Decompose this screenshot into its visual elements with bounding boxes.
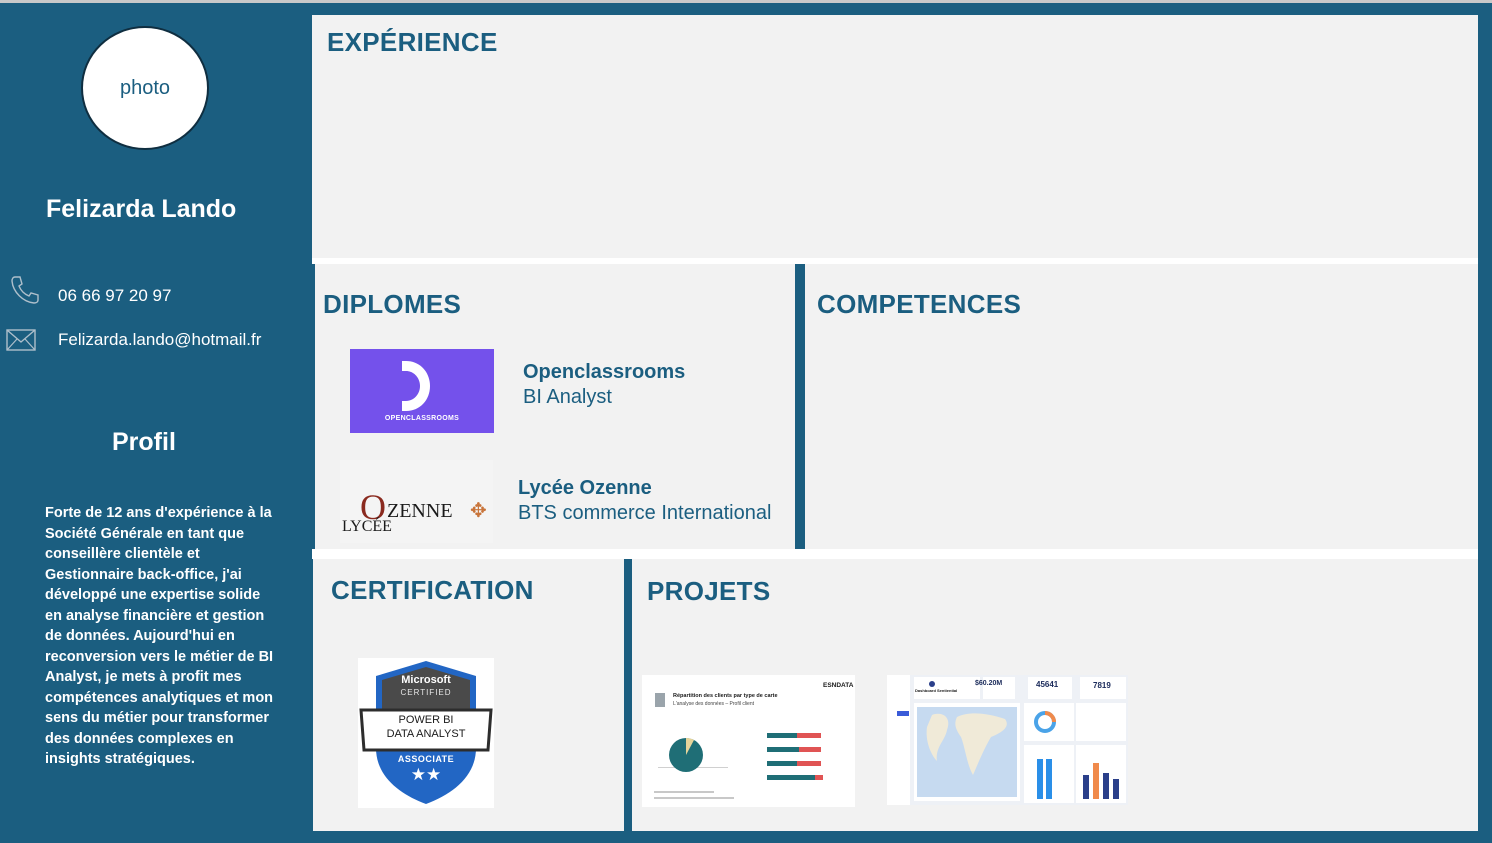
project-thumbnail-client-cards[interactable]: Répartition des clients par type de cart…: [642, 675, 855, 807]
profil-title: Profil: [112, 428, 176, 456]
power-bi-certification-badge: Microsoft CERTIFIED POWER BI DATA ANALYS…: [358, 658, 494, 808]
competences-title: COMPETENCES: [817, 289, 1022, 319]
openclassrooms-logo: OPENCLASSROOMS: [350, 349, 494, 433]
badge-line2: DATA ANALYST: [386, 728, 466, 740]
phone-number[interactable]: 06 66 97 20 97: [58, 286, 171, 306]
badge-brand: Microsoft: [401, 674, 451, 686]
project-thumbnail-dashboard[interactable]: Dashboard Sentiential $60.20M 45641 7819: [887, 675, 1128, 805]
project2-kpi1: $60.20M: [975, 680, 1003, 687]
school-name-openclassrooms: Openclassrooms: [523, 361, 686, 383]
experience-title: EXPÉRIENCE: [327, 27, 498, 57]
school-name-lycee-ozenne: Lycée Ozenne: [518, 477, 652, 499]
degree-bi-analyst: BI Analyst: [523, 386, 612, 408]
openclassrooms-wordmark: OPENCLASSROOMS: [384, 415, 460, 422]
phone-icon: [11, 276, 39, 304]
email-address[interactable]: Felizarda.lando@hotmail.fr: [58, 330, 261, 350]
envelope-icon: [6, 329, 36, 351]
project2-kpi3: 7819: [1093, 681, 1111, 690]
lycee-ozenne-logo: O ZENNE LYCÉE ✥: [340, 460, 493, 543]
photo-placeholder: photo: [81, 26, 209, 150]
cross-icon: ✥: [470, 500, 487, 522]
badge-certified: CERTIFIED: [400, 688, 452, 697]
project1-brand: ESNDATA: [823, 682, 854, 689]
lycee-logo-lycee: LYCÉE: [342, 518, 392, 535]
lycee-logo-zenne: ZENNE: [387, 500, 453, 522]
project2-title: Dashboard Sentiential: [915, 688, 958, 693]
badge-line1: POWER BI: [398, 714, 454, 726]
dashboard-graphics: [887, 675, 1126, 805]
certification-title: CERTIFICATION: [331, 575, 534, 605]
degree-bts: BTS commerce International: [518, 502, 772, 524]
profil-text: Forte de 12 ans d'expérience à la Sociét…: [45, 505, 274, 767]
candidate-name: Felizarda Lando: [46, 195, 237, 223]
badge-stars: ★★: [410, 765, 442, 784]
badge-level: ASSOCIATE: [397, 754, 455, 764]
project1-subtitle: L'analyse des données – Profil client: [673, 701, 755, 707]
project1-title: Répartition des clients par type de cart…: [673, 693, 778, 699]
separator: [312, 549, 1478, 559]
diplomes-title: DIPLOMES: [323, 289, 462, 319]
photo-label: photo: [119, 76, 171, 99]
project2-kpi2: 45641: [1036, 680, 1059, 689]
projets-title: PROJETS: [647, 576, 771, 606]
